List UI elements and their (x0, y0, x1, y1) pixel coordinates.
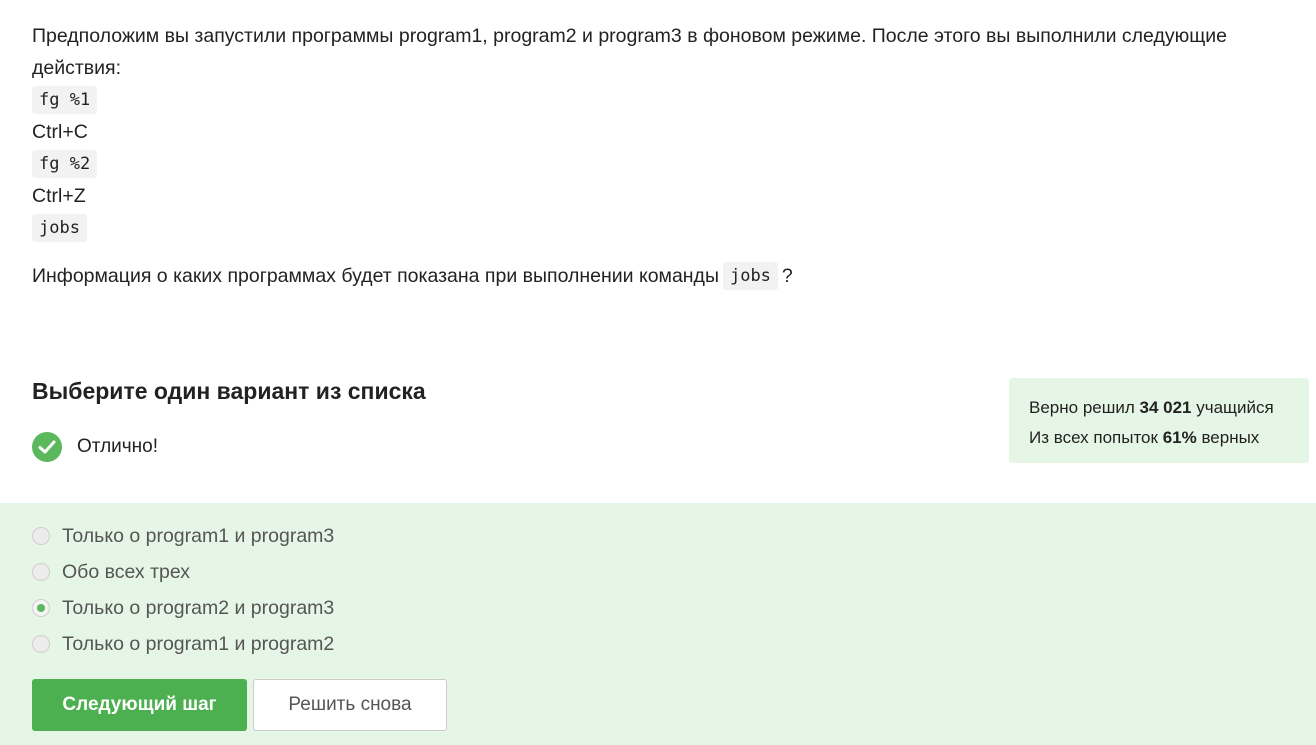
question-text: Предположим вы запустили программы progr… (32, 20, 1302, 292)
step-text: Ctrl+C (32, 121, 88, 143)
checkmark-icon (32, 432, 62, 462)
stats-solved-count: 34 021 (1139, 398, 1192, 417)
step-5: jobs (32, 212, 1302, 244)
answers-panel: Только о program1 и program3 Обо всех тр… (0, 503, 1316, 745)
radio-dot-icon (37, 604, 45, 612)
radio-button[interactable] (32, 563, 50, 581)
retry-button[interactable]: Решить снова (253, 679, 447, 731)
stats-solved: Верно решил 34 021 учащийся (1029, 393, 1289, 423)
stats-percent-value: 61% (1162, 428, 1197, 447)
stats-solved-suffix: учащийся (1196, 398, 1274, 417)
step-page: Предположим вы запустили программы progr… (0, 0, 1316, 745)
radio-button[interactable] (32, 635, 50, 653)
section-title: Выберите один вариант из списка (32, 378, 426, 404)
step-code: fg %2 (32, 150, 98, 178)
step-code: fg %1 (32, 86, 98, 114)
step-3: fg %2 (32, 148, 1302, 180)
option-label: Обо всех трех (62, 560, 191, 583)
option-4[interactable]: Только о program1 и program2 (32, 629, 334, 659)
stats-percent-suffix: верных (1201, 428, 1260, 447)
step-text: Ctrl+Z (32, 185, 86, 207)
step-1: fg %1 (32, 84, 1302, 116)
result-status: Отлично! (32, 432, 158, 462)
option-label: Только о program1 и program3 (62, 524, 335, 547)
stats-solved-prefix: Верно решил (1029, 398, 1135, 417)
option-label: Только о program2 и program3 (62, 596, 335, 619)
step-code: jobs (32, 214, 87, 242)
stats-percent-prefix: Из всех попыток (1029, 428, 1158, 447)
option-2[interactable]: Обо всех трех (32, 557, 190, 587)
option-1[interactable]: Только о program1 и program3 (32, 521, 334, 551)
ask-code: jobs (722, 262, 778, 290)
ask-suffix: ? (781, 265, 793, 287)
step-4: Ctrl+Z (32, 180, 1302, 212)
stats-percent: Из всех попыток 61% верных (1029, 423, 1289, 453)
option-3[interactable]: Только о program2 и program3 (32, 593, 334, 623)
status-text: Отлично! (77, 436, 159, 457)
question-ask: Информация о каких программах будет пока… (32, 260, 1302, 292)
question-intro: Предположим вы запустили программы progr… (32, 25, 1228, 79)
step-2: Ctrl+C (32, 116, 1302, 148)
ask-text: Информация о каких программах будет пока… (32, 265, 719, 287)
option-label: Только о program1 и program2 (62, 632, 335, 655)
radio-button[interactable] (32, 527, 50, 545)
stats-box: Верно решил 34 021 учащийся Из всех попы… (1009, 378, 1309, 463)
radio-button-checked[interactable] (32, 599, 50, 617)
next-step-button[interactable]: Следующий шаг (32, 679, 247, 731)
